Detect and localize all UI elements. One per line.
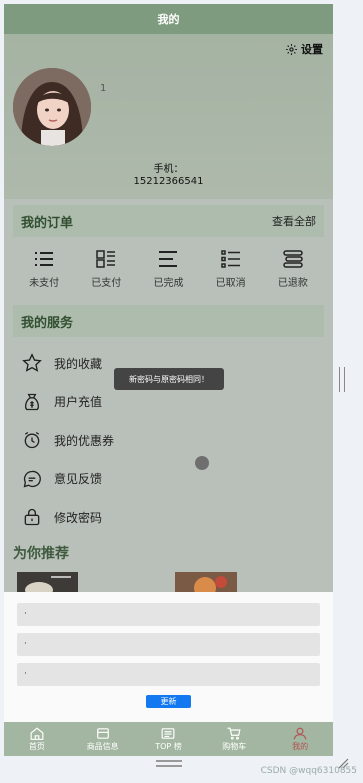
ranking-icon [162,727,175,739]
order-label: 已支付 [91,278,122,289]
services-title: 我的服务 [21,315,74,331]
star-icon [22,353,42,373]
goods-icon [96,727,109,739]
lock-icon [24,509,40,526]
service-label: 意见反馈 [54,472,103,487]
resize-handle-bottom[interactable] [156,760,182,767]
service-coupons[interactable]: 我的优惠券 [22,421,322,460]
avatar-photo [13,68,91,146]
settings-label: 设置 [301,43,323,56]
list-icon [35,252,54,266]
avatar[interactable] [13,68,91,146]
tab-label: 我的 [292,741,309,751]
user-id: 1 [100,83,107,94]
recommend-title: 为你推荐 [13,546,69,562]
tab-home[interactable]: 首页 [4,722,70,756]
tab-cart[interactable]: 购物车 [201,722,267,756]
order-unpaid[interactable]: 未支付 [14,238,74,298]
touch-indicator [195,456,209,470]
password-field[interactable]: · [17,603,320,626]
phone-number: 15212366541 [133,176,204,187]
tab-label: 商品信息 [86,741,119,751]
order-cancelled[interactable]: 已取消 [201,238,261,298]
order-label: 未支付 [29,278,60,289]
order-refunded[interactable]: 已退款 [263,238,323,298]
money-bag-icon [24,393,40,410]
page-header: 我的 [4,4,333,34]
orders-title: 我的订单 [21,215,74,231]
stack-icon [283,250,303,268]
page-title: 我的 [157,13,180,26]
tab-bar: 首页 商品信息 TOP 榜 购物车 我的 [4,722,333,756]
tab-label: TOP 榜 [155,741,182,751]
orders-header: 我的订单 查看全部 [13,205,324,237]
service-label: 我的收藏 [54,356,103,371]
grid-list-icon [96,250,116,268]
tab-label: 购物车 [222,741,247,751]
service-label: 修改密码 [54,510,103,525]
resize-handle-right[interactable] [339,367,345,392]
services-header: 我的服务 [13,305,324,337]
password-field[interactable]: · [17,633,320,656]
toast-message: 新密码与原密码相同！ [114,368,224,390]
tab-mine[interactable]: 我的 [267,722,333,756]
checklist-icon [220,250,240,268]
tab-goods[interactable]: 商品信息 [70,722,136,756]
app-screen: 我的 设置 1 手机： 15212366541 我的订单 查看全部 未支付 已支… [4,4,333,756]
settings-button[interactable]: 设置 [285,41,323,57]
cart-icon [227,727,241,740]
tab-label: 首页 [28,741,45,751]
coupon-clock-icon [24,432,40,449]
password-field[interactable]: · [17,663,320,686]
order-paid[interactable]: 已支付 [76,238,136,298]
password-form-sheet: · · · 更新 [4,592,333,724]
service-label: 我的优惠券 [54,433,115,448]
chat-icon [23,470,41,488]
order-completed[interactable]: 已完成 [138,238,198,298]
service-feedback[interactable]: 意见反馈 [22,460,322,499]
user-icon [293,727,307,739]
service-change-password[interactable]: 修改密码 [22,498,322,537]
home-icon [30,727,44,740]
watermark: CSDN @wqq6310855 [260,766,357,776]
order-label: 已取消 [215,278,246,289]
view-all-orders-link[interactable]: 查看全部 [272,213,316,229]
profile-section: 设置 1 手机： 15212366541 [4,34,333,199]
order-status-row: 未支付 已支付 已完成 已取消 已退款 [13,238,324,298]
order-label: 已完成 [153,278,184,289]
service-label: 用户充值 [54,395,103,410]
phone-label: 手机： [153,164,184,175]
gear-icon [286,43,297,55]
tab-top[interactable]: TOP 榜 [136,722,202,756]
lines-icon [159,251,178,267]
update-button[interactable]: 更新 [146,695,191,708]
order-label: 已退款 [277,278,308,289]
